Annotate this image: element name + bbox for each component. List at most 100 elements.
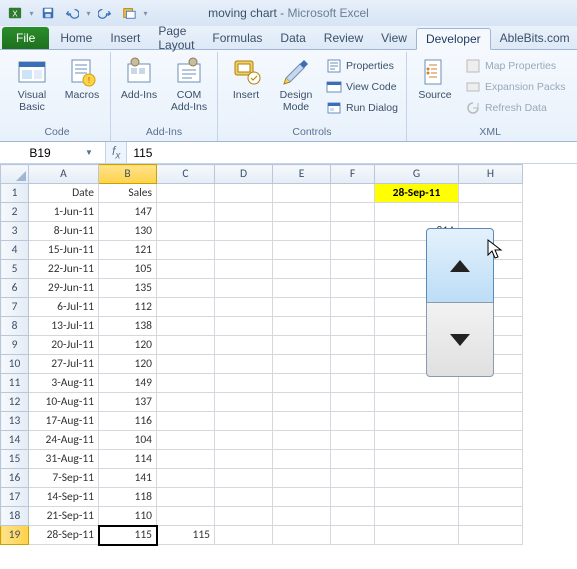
cell-A13[interactable]: 17-Aug-11 [29,412,99,431]
row-header[interactable]: 14 [1,431,29,450]
cell-G13[interactable] [375,412,459,431]
cell-D2[interactable] [215,203,273,222]
col-header-F[interactable]: F [331,165,375,184]
properties-button[interactable]: Properties [324,56,400,76]
cell-E18[interactable] [273,507,331,526]
cell-A10[interactable]: 27-Jul-11 [29,355,99,374]
addins-button[interactable]: Add-Ins [117,54,161,102]
excel-icon[interactable]: X [4,3,26,23]
cell-A3[interactable]: 8-Jun-11 [29,222,99,241]
cell-F17[interactable] [331,488,375,507]
cell-B3[interactable]: 130 [99,222,157,241]
cell-E5[interactable] [273,260,331,279]
cell-H15[interactable] [459,450,523,469]
cell-G15[interactable] [375,450,459,469]
cell-H17[interactable] [459,488,523,507]
cell-B15[interactable]: 114 [99,450,157,469]
cell-E11[interactable] [273,374,331,393]
cell-F9[interactable] [331,336,375,355]
cell-H19[interactable] [459,526,523,545]
row-header[interactable]: 7 [1,298,29,317]
row-header[interactable]: 11 [1,374,29,393]
cell-A17[interactable]: 14-Sep-11 [29,488,99,507]
insert-control-button[interactable]: Insert [224,54,268,102]
row-header[interactable]: 3 [1,222,29,241]
cell-C17[interactable] [157,488,215,507]
cell-C8[interactable] [157,317,215,336]
cell-D18[interactable] [215,507,273,526]
cell-G17[interactable] [375,488,459,507]
cell-B1[interactable]: Sales [99,184,157,203]
row-header[interactable]: 9 [1,336,29,355]
row-header[interactable]: 15 [1,450,29,469]
cell-F15[interactable] [331,450,375,469]
cell-E14[interactable] [273,431,331,450]
cell-B10[interactable]: 120 [99,355,157,374]
cell-F5[interactable] [331,260,375,279]
cell-E7[interactable] [273,298,331,317]
cell-E15[interactable] [273,450,331,469]
cell-B5[interactable]: 105 [99,260,157,279]
cell-E4[interactable] [273,241,331,260]
cell-C1[interactable] [157,184,215,203]
cell-A16[interactable]: 7-Sep-11 [29,469,99,488]
cell-D19[interactable] [215,526,273,545]
cell-B11[interactable]: 149 [99,374,157,393]
cell-F2[interactable] [331,203,375,222]
cell-G1[interactable]: 28-Sep-11 [375,184,459,203]
name-box-input[interactable] [0,146,80,160]
cell-C2[interactable] [157,203,215,222]
cell-C7[interactable] [157,298,215,317]
cell-E17[interactable] [273,488,331,507]
cell-A15[interactable]: 31-Aug-11 [29,450,99,469]
worksheet-grid[interactable]: A B C D E F G H 1DateSales28-Sep-1121-Ju… [0,164,577,569]
col-header-C[interactable]: C [157,165,215,184]
cell-D12[interactable] [215,393,273,412]
cell-F6[interactable] [331,279,375,298]
cell-B2[interactable]: 147 [99,203,157,222]
cell-H16[interactable] [459,469,523,488]
cell-H12[interactable] [459,393,523,412]
cell-E1[interactable] [273,184,331,203]
cell-B17[interactable]: 118 [99,488,157,507]
com-addins-button[interactable]: COM Add-Ins [167,54,211,113]
run-dialog-button[interactable]: Run Dialog [324,98,400,118]
cell-B4[interactable]: 121 [99,241,157,260]
cell-B14[interactable]: 104 [99,431,157,450]
cell-A7[interactable]: 6-Jul-11 [29,298,99,317]
cell-G19[interactable] [375,526,459,545]
spin-control[interactable] [426,228,494,376]
row-header[interactable]: 5 [1,260,29,279]
cell-C9[interactable] [157,336,215,355]
row-header[interactable]: 13 [1,412,29,431]
visual-basic-button[interactable]: Visual Basic [10,54,54,113]
cell-D9[interactable] [215,336,273,355]
cell-E13[interactable] [273,412,331,431]
cell-F16[interactable] [331,469,375,488]
cell-C12[interactable] [157,393,215,412]
cell-E6[interactable] [273,279,331,298]
expansion-packs-button[interactable]: Expansion Packs [463,77,568,97]
cell-D1[interactable] [215,184,273,203]
cell-F18[interactable] [331,507,375,526]
cell-C11[interactable] [157,374,215,393]
cell-G16[interactable] [375,469,459,488]
cell-H14[interactable] [459,431,523,450]
cell-F10[interactable] [331,355,375,374]
cell-D8[interactable] [215,317,273,336]
select-all-corner[interactable] [1,165,29,184]
cell-H13[interactable] [459,412,523,431]
cell-E2[interactable] [273,203,331,222]
cell-D6[interactable] [215,279,273,298]
col-header-G[interactable]: G [375,165,459,184]
cell-E8[interactable] [273,317,331,336]
row-header[interactable]: 10 [1,355,29,374]
cell-A14[interactable]: 24-Aug-11 [29,431,99,450]
tab-data[interactable]: Data [271,27,314,49]
cell-D17[interactable] [215,488,273,507]
cell-H18[interactable] [459,507,523,526]
spin-down-button[interactable] [426,302,494,377]
cell-D5[interactable] [215,260,273,279]
cell-G18[interactable] [375,507,459,526]
tab-page-layout[interactable]: Page Layout [149,27,203,49]
